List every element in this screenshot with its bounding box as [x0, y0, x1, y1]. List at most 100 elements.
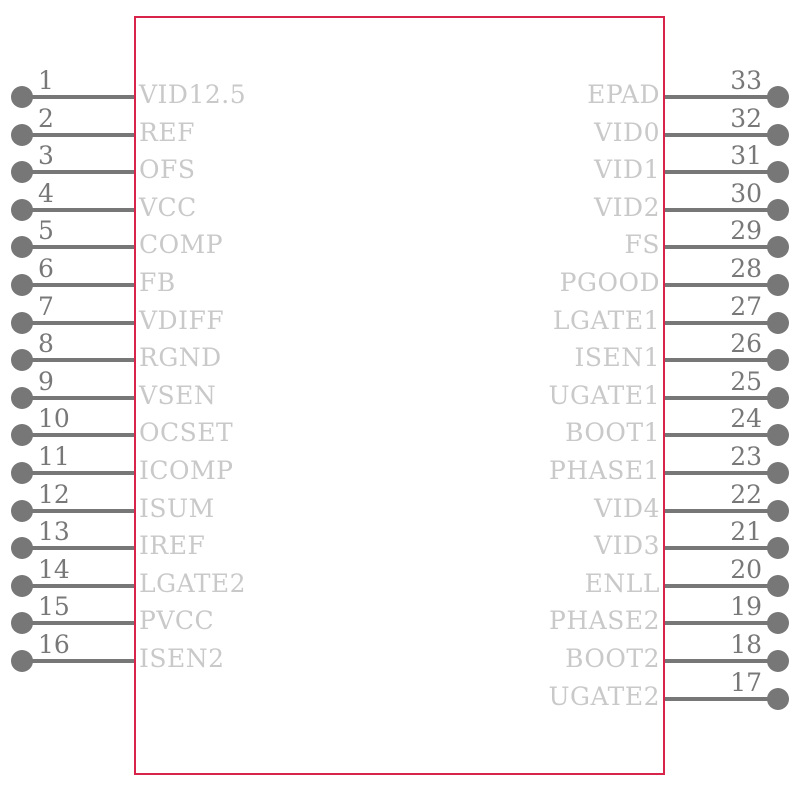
pin-wire — [665, 358, 778, 363]
pin-terminal-dot — [11, 537, 33, 560]
pin-27: 27 — [655, 294, 800, 340]
pin-wire — [665, 659, 778, 663]
pin-terminal-dot — [767, 462, 789, 484]
pin-label-boot1: BOOT1 — [565, 418, 660, 448]
pin-label-vid12-5: VID12.5 — [139, 80, 247, 109]
ic-pinout-diagram: 1 2 3 4 5 6 7 8 9 10 11 12 13 14 15 16 33 32 31 30 29 28 27 26… — [0, 0, 800, 793]
pin-wire — [665, 320, 778, 325]
pin-number: 21 — [730, 517, 762, 547]
pin-11: 11 — [0, 444, 145, 490]
pin-label-lgate2: LGATE2 — [139, 568, 247, 598]
pin-wire — [665, 132, 778, 137]
pin-17: 17 — [655, 670, 800, 716]
pin-terminal-dot — [767, 198, 789, 221]
pin-wire — [665, 471, 778, 475]
pin-wire — [22, 132, 134, 137]
pin-terminal-dot — [11, 499, 33, 522]
pin-label-comp: COMP — [139, 230, 224, 260]
pin-terminal-dot — [767, 236, 789, 259]
pin-label-pgood: PGOOD — [559, 268, 660, 297]
pin-wire — [665, 170, 778, 175]
pin-label-pvcc: PVCC — [139, 606, 215, 636]
pin-wire — [665, 207, 778, 212]
pin-32: 32 — [655, 106, 800, 152]
pin-number: 8 — [38, 329, 54, 359]
pin-wire — [22, 245, 134, 250]
pin-14: 14 — [0, 557, 145, 603]
pin-label-phase1: PHASE1 — [549, 456, 660, 485]
pin-13: 13 — [0, 519, 145, 565]
pin-number: 15 — [38, 592, 70, 622]
pin-label-vcc: VCC — [139, 192, 197, 222]
pin-label-isen2: ISEN2 — [139, 644, 225, 673]
pin-terminal-dot — [11, 86, 33, 108]
pin-terminal-dot — [11, 311, 33, 334]
pin-wire — [665, 508, 778, 513]
pin-number: 7 — [38, 291, 54, 321]
pin-label-vid1: VID1 — [594, 155, 660, 185]
pin-33: 33 — [655, 68, 800, 114]
pin-label-lgate1: LGATE1 — [552, 305, 660, 335]
pin-label-ugate2: UGATE2 — [548, 681, 660, 711]
pin-terminal-dot — [11, 612, 33, 635]
pin-number: 33 — [730, 66, 762, 95]
pin-number: 32 — [730, 103, 762, 133]
pin-number: 23 — [730, 442, 762, 471]
pin-terminal-dot — [11, 574, 33, 597]
pin-terminal-dot — [767, 612, 789, 635]
pin-number: 26 — [730, 329, 762, 359]
pin-wire — [22, 621, 134, 626]
pin-26: 26 — [655, 331, 800, 377]
pin-wire — [22, 546, 134, 551]
pin-number: 11 — [38, 442, 70, 471]
pin-terminal-dot — [11, 650, 33, 672]
pin-terminal-dot — [11, 424, 33, 447]
pin-2: 2 — [0, 106, 145, 152]
pin-label-vid4: VID4 — [594, 493, 660, 523]
pin-label-ofs: OFS — [139, 155, 196, 185]
pin-23: 23 — [655, 444, 800, 490]
pin-terminal-dot — [11, 274, 33, 296]
pin-terminal-dot — [767, 349, 789, 372]
pin-terminal-dot — [11, 161, 33, 184]
pin-wire — [22, 283, 134, 287]
pin-24: 24 — [655, 406, 800, 452]
pin-wire — [22, 95, 134, 99]
pin-terminal-dot — [11, 349, 33, 372]
pin-4: 4 — [0, 181, 145, 227]
pin-31: 31 — [655, 143, 800, 189]
pin-number: 3 — [38, 141, 54, 171]
pin-1: 1 — [0, 68, 145, 114]
pin-wire — [22, 170, 134, 175]
pin-5: 5 — [0, 218, 145, 264]
pin-12: 12 — [0, 482, 145, 528]
pin-label-fb: FB — [139, 268, 176, 297]
pin-number: 12 — [38, 479, 70, 509]
pin-terminal-dot — [767, 311, 789, 334]
pin-30: 30 — [655, 181, 800, 227]
pin-wire — [22, 433, 134, 438]
pin-label-epad: EPAD — [587, 80, 660, 109]
pin-number: 2 — [38, 103, 54, 133]
pin-label-boot2: BOOT2 — [565, 644, 660, 673]
pin-terminal-dot — [767, 687, 789, 710]
pin-8: 8 — [0, 331, 145, 377]
pin-label-vsen: VSEN — [139, 380, 217, 410]
pin-number: 30 — [730, 178, 762, 208]
pin-label-vid2: VID2 — [594, 192, 660, 222]
pin-6: 6 — [0, 256, 145, 302]
pin-number: 5 — [38, 216, 54, 246]
pin-terminal-dot — [767, 424, 789, 447]
pin-28: 28 — [655, 256, 800, 302]
pin-label-vdiff: VDIFF — [139, 305, 225, 335]
pin-label-phase2: PHASE2 — [549, 606, 660, 636]
pin-wire — [665, 621, 778, 626]
pin-terminal-dot — [11, 236, 33, 259]
pin-number: 24 — [730, 404, 762, 434]
pin-label-isen1: ISEN1 — [574, 343, 660, 373]
pin-9: 9 — [0, 369, 145, 415]
pin-terminal-dot — [767, 537, 789, 560]
pin-wire — [22, 358, 134, 363]
pin-7: 7 — [0, 294, 145, 340]
pin-number: 10 — [38, 404, 70, 434]
